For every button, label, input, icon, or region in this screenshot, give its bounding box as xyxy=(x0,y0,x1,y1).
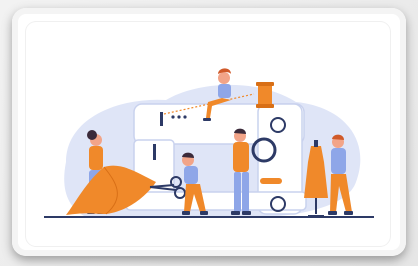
tailor-workshop-illustration xyxy=(44,68,374,218)
illustration-panel xyxy=(26,22,390,246)
page-background xyxy=(0,0,418,266)
thread-spool xyxy=(256,82,274,108)
